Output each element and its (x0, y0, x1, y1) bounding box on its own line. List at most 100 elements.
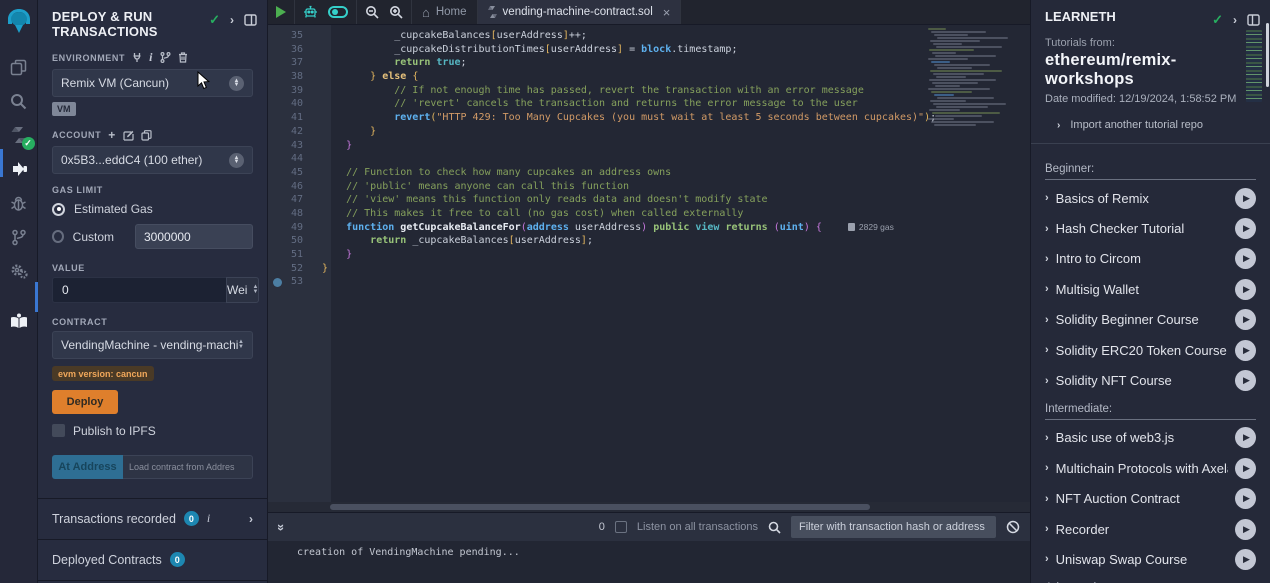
code-line[interactable]: 51 } (268, 248, 1030, 262)
deploy-button[interactable]: Deploy (52, 390, 118, 414)
remix-logo-icon[interactable] (0, 0, 38, 42)
code-line[interactable]: 36 _cupcakeDistributionTimes[userAddress… (268, 43, 1030, 57)
copilot-toggle-icon[interactable] (328, 6, 348, 18)
value-input[interactable] (52, 277, 226, 303)
terminal-collapse-icon[interactable]: » (274, 523, 289, 530)
tutorial-item[interactable]: ›Multisig Wallet▶ (1045, 274, 1256, 304)
transactions-recorded-row[interactable]: Transactions recorded 0 i › (38, 499, 267, 540)
code-line[interactable]: 45 // Function to check how many cupcake… (268, 166, 1030, 180)
expand-panel-icon[interactable]: › (230, 13, 234, 27)
breakpoint-margin[interactable] (268, 248, 288, 262)
play-tutorial-button[interactable]: ▶ (1235, 279, 1256, 300)
solidity-compiler-icon[interactable]: ✓ (0, 118, 38, 152)
play-tutorial-button[interactable]: ▶ (1235, 458, 1256, 479)
code-line[interactable]: 47 // 'view' means this function only re… (268, 193, 1030, 207)
breakpoint-margin[interactable] (268, 125, 288, 139)
breakpoint-margin[interactable] (268, 97, 288, 111)
environment-select[interactable]: Remix VM (Cancun) ▲▼ (52, 69, 253, 97)
publish-ipfs-row[interactable]: Publish to IPFS (52, 424, 253, 438)
breakpoint-margin[interactable] (268, 43, 288, 57)
account-select[interactable]: 0x5B3...eddC4 (100 ether) ▲▼ (52, 146, 253, 174)
breakpoint-margin[interactable] (268, 193, 288, 207)
at-address-button[interactable]: At Address (52, 455, 123, 479)
tutorial-item[interactable]: ›Uniswap Swap Course▶ (1045, 544, 1256, 574)
run-script-icon[interactable] (276, 6, 286, 18)
pin-panel-icon[interactable] (244, 14, 257, 26)
terminal-filter-input[interactable] (791, 516, 996, 538)
fork-state-icon[interactable] (160, 52, 171, 63)
code-line[interactable]: 39 // If not enough time has passed, rev… (268, 84, 1030, 98)
breakpoint-margin[interactable] (268, 29, 288, 43)
breakpoint-margin[interactable] (268, 56, 288, 70)
tutorial-item[interactable]: ›Solidity NFT Course▶ (1045, 365, 1256, 395)
tutorial-item[interactable]: ›Basics of Remix▶ (1045, 183, 1256, 213)
code-line[interactable]: 53 (268, 275, 1030, 289)
code-line[interactable]: 40 // 'revert' cancels the transaction a… (268, 97, 1030, 111)
terminal-log[interactable]: creation of VendingMachine pending... [v… (268, 541, 1030, 583)
code-line[interactable]: 37 return true; (268, 56, 1030, 70)
sign-message-icon[interactable] (123, 130, 134, 141)
play-tutorial-button[interactable]: ▶ (1235, 370, 1256, 391)
tutorial-item[interactable]: ›Hash Checker Tutorial▶ (1045, 213, 1256, 243)
close-tab-icon[interactable]: × (663, 5, 671, 20)
play-tutorial-button[interactable]: ▶ (1235, 340, 1256, 361)
learneth-scrollbar-thumb[interactable] (1266, 23, 1269, 87)
ai-copilot-icon[interactable] (303, 5, 318, 19)
tutorial-item[interactable]: ›Solidity Beginner Course▶ (1045, 305, 1256, 335)
import-tutorial-repo[interactable]: › Import another tutorial repo (1031, 119, 1270, 144)
code-line[interactable]: 46 // 'public' means anyone can call thi… (268, 180, 1030, 194)
tutorial-item[interactable]: ›Basic use of web3.js▶ (1045, 423, 1256, 453)
custom-gas-input[interactable] (135, 224, 253, 249)
tutorial-item[interactable]: ›NFT Auction Contract▶ (1045, 484, 1256, 514)
copy-account-icon[interactable] (141, 130, 152, 141)
value-unit-select[interactable]: Wei ▲▼ (226, 277, 259, 303)
search-icon[interactable] (0, 84, 38, 118)
clear-console-icon[interactable] (1006, 520, 1020, 534)
editor-minimap[interactable] (924, 28, 1008, 136)
editor-hscrollbar[interactable] (268, 502, 1030, 512)
breakpoint-dot[interactable] (273, 278, 282, 287)
code-area[interactable]: 35 _cupcakeBalances[userAddress]++;36 _c… (268, 25, 1030, 512)
breakpoint-margin[interactable] (268, 70, 288, 84)
breakpoint-margin[interactable] (268, 207, 288, 221)
tab-home[interactable]: ⌂ Home (412, 0, 478, 24)
terminal-search-icon[interactable] (768, 521, 781, 534)
code-line[interactable]: 35 _cupcakeBalances[userAddress]++; (268, 29, 1030, 43)
save-scenario-icon[interactable]: › (249, 512, 253, 526)
code-line[interactable]: 38 } else { (268, 70, 1030, 84)
tutorial-item[interactable]: ›Intro to Circom▶ (1045, 244, 1256, 274)
plugin-manager-icon[interactable] (0, 254, 38, 288)
learneth-pin-icon[interactable] (1247, 14, 1260, 26)
breakpoint-margin[interactable] (268, 234, 288, 248)
play-tutorial-button[interactable]: ▶ (1235, 488, 1256, 509)
learneth-book-icon[interactable] (0, 304, 38, 338)
tutorial-item[interactable]: ›Solidity ERC20 Token Course▶ (1045, 335, 1256, 365)
tab-file[interactable]: vending-machine-contract.sol × (478, 0, 682, 24)
code-line[interactable]: 52} (268, 262, 1030, 276)
tutorial-item[interactable]: ›Multichain Protocols with Axelar▶ (1045, 453, 1256, 483)
publish-ipfs-checkbox[interactable] (52, 424, 65, 437)
estimated-gas-radio[interactable] (52, 203, 65, 216)
plug-icon[interactable] (132, 52, 142, 63)
listen-all-checkbox[interactable] (615, 521, 627, 533)
code-line[interactable]: 44 (268, 152, 1030, 166)
breakpoint-margin[interactable] (268, 262, 288, 276)
learneth-expand-icon[interactable]: › (1233, 13, 1237, 27)
deployed-contracts-row[interactable]: Deployed Contracts 0 (38, 540, 267, 581)
custom-gas-option[interactable]: Custom (52, 224, 253, 249)
zoom-in-icon[interactable] (389, 5, 403, 19)
tutorial-item[interactable]: ›Recorder▶ (1045, 514, 1256, 544)
breakpoint-margin[interactable] (268, 166, 288, 180)
custom-gas-radio[interactable] (52, 230, 64, 243)
breakpoint-margin[interactable] (268, 111, 288, 125)
breakpoint-margin[interactable] (268, 152, 288, 166)
delete-state-icon[interactable] (178, 52, 188, 63)
zoom-out-icon[interactable] (365, 5, 379, 19)
code-line[interactable]: 48 // This makes it free to call (no gas… (268, 207, 1030, 221)
code-line[interactable]: 42 } (268, 125, 1030, 139)
file-explorer-icon[interactable] (0, 50, 38, 84)
contract-select[interactable]: VendingMachine - vending-machin ▲▼ (52, 331, 253, 359)
breakpoint-margin[interactable] (268, 221, 288, 235)
code-line[interactable]: 43 } (268, 139, 1030, 153)
play-tutorial-button[interactable]: ▶ (1235, 309, 1256, 330)
